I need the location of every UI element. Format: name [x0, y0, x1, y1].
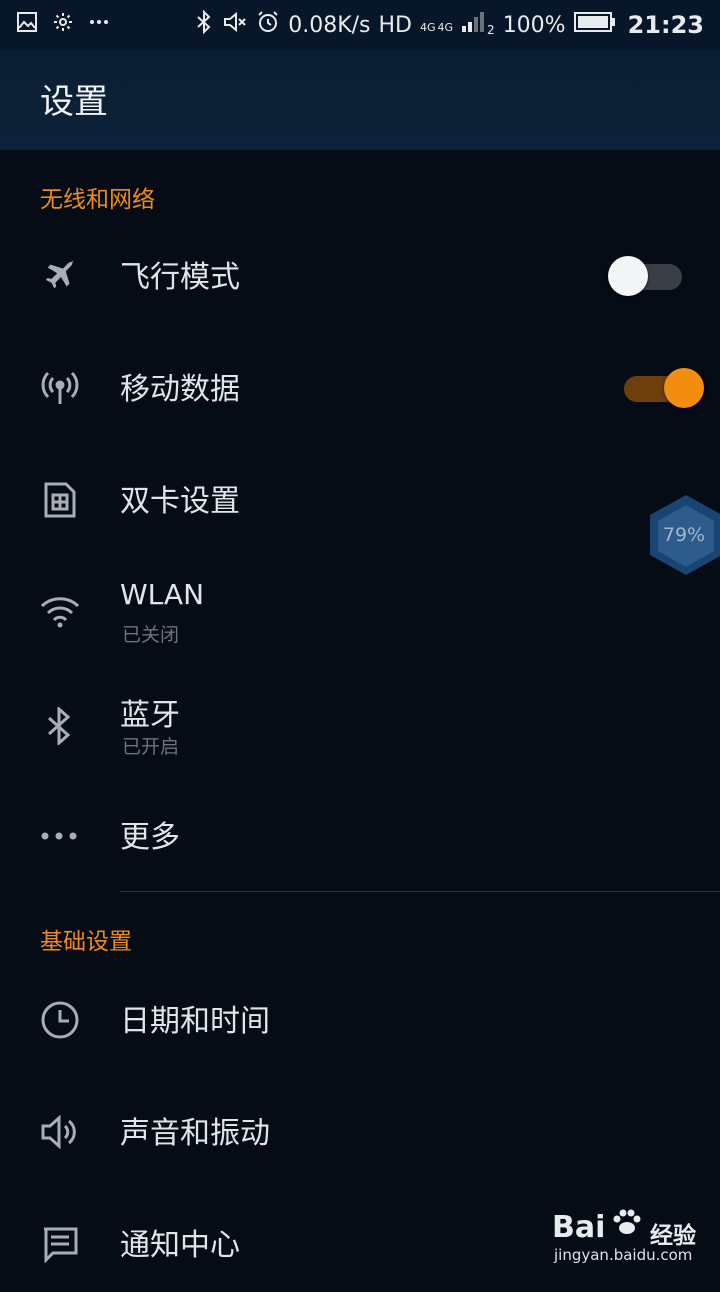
bluetooth-icon [40, 706, 80, 746]
settings-item-label: 声音和振动 [120, 1116, 270, 1151]
bluetooth-status-icon [194, 9, 214, 40]
battery-percent: 100% [502, 12, 566, 38]
section-header-wireless: 无线和网络 [40, 187, 155, 213]
watermark-url: jingyan.baidu.com [554, 1246, 693, 1264]
status-bar: 0.08K/s HD 4G 4G 2 100% 21:23 [0, 0, 720, 50]
settings-item-more[interactable]: 更多 [0, 784, 720, 884]
watermark-brand: Bai [552, 1210, 606, 1245]
page-title: 设置 [40, 82, 108, 122]
settings-item-sublabel: 已开启 [122, 736, 180, 758]
settings-item-label: 蓝牙 [120, 698, 180, 733]
switch-thumb [608, 256, 648, 296]
clock-icon [40, 1000, 80, 1040]
settings-item-date-time[interactable]: 日期和时间 [0, 968, 720, 1068]
speaker-icon [40, 1112, 80, 1152]
clock-time: 21:23 [627, 11, 704, 39]
network-type-1: 4G [419, 21, 436, 34]
app-bar: 设置 [0, 50, 720, 150]
floating-widget-percent: 79% [662, 524, 706, 546]
settings-item-wlan[interactable]: WLAN 已关闭 [0, 560, 720, 660]
airplane-mode-switch[interactable] [608, 256, 688, 296]
alarm-icon [256, 10, 280, 40]
signal-icon [461, 10, 487, 40]
switch-thumb [664, 368, 704, 408]
floating-memory-widget[interactable]: 79% [648, 493, 720, 577]
settings-notification-icon [52, 11, 74, 39]
gallery-notification-icon [16, 11, 38, 39]
more-notifications-icon [88, 11, 110, 39]
airplane-icon [40, 256, 80, 296]
settings-item-label: 移动数据 [120, 372, 240, 407]
section-divider [120, 891, 720, 892]
section-header-basic: 基础设置 [40, 929, 132, 955]
watermark-text: 经验 [650, 1223, 696, 1249]
settings-item-label: 更多 [120, 820, 180, 855]
network-type-2: 4G [437, 21, 454, 34]
watermark: Bai 经验 jingyan.baidu.com [550, 1200, 700, 1270]
battery-icon [573, 11, 616, 39]
antenna-icon [40, 368, 80, 408]
settings-item-dual-sim[interactable]: 双卡设置 [0, 448, 720, 548]
mute-icon [222, 10, 248, 40]
settings-item-label: 双卡设置 [120, 484, 240, 519]
settings-item-label: 飞行模式 [120, 260, 240, 295]
settings-item-mobile-data[interactable]: 移动数据 [0, 336, 720, 436]
hd-indicator: HD [378, 12, 412, 38]
wifi-icon [40, 592, 80, 632]
more-icon [40, 816, 80, 856]
sim-card-icon [40, 480, 80, 520]
sim-index: 2 [487, 23, 495, 37]
network-speed: 0.08K/s [288, 12, 371, 38]
settings-item-label: 日期和时间 [120, 1004, 270, 1039]
settings-item-sound-vibration[interactable]: 声音和振动 [0, 1080, 720, 1180]
settings-item-label: WLAN [120, 578, 205, 611]
paw-icon [613, 1209, 641, 1234]
settings-item-bluetooth[interactable]: 蓝牙 已开启 [0, 672, 720, 772]
mobile-data-switch[interactable] [618, 368, 704, 408]
settings-item-airplane-mode[interactable]: 飞行模式 [0, 224, 720, 324]
settings-item-sublabel: 已关闭 [122, 624, 180, 646]
settings-item-label: 通知中心 [120, 1228, 240, 1263]
message-icon [40, 1224, 80, 1264]
